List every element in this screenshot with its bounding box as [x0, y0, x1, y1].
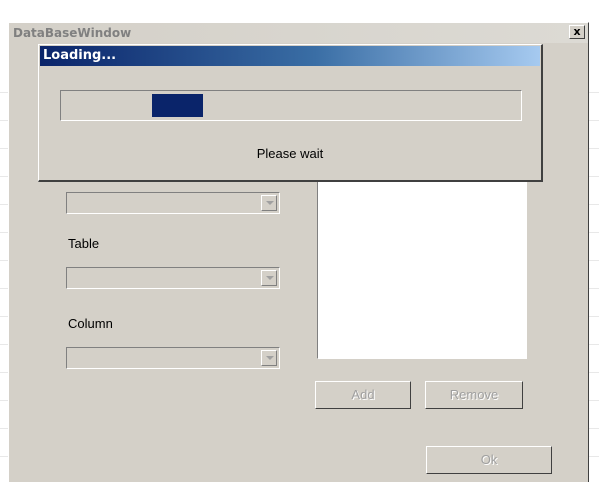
database-combo[interactable] [66, 192, 280, 214]
wait-message: Please wait [256, 146, 324, 161]
progress-bar [60, 90, 522, 121]
table-combo[interactable] [66, 267, 280, 289]
loading-dialog: Loading... Please wait [38, 44, 543, 182]
selected-columns-list[interactable] [317, 173, 527, 359]
title-bar: DataBaseWindow x [9, 23, 588, 43]
loading-title: Loading... [43, 48, 117, 63]
chevron-down-icon[interactable] [261, 195, 277, 211]
table-label: Table [68, 236, 100, 251]
ok-button[interactable]: Ok [426, 446, 552, 474]
window-title: DataBaseWindow [13, 26, 132, 40]
progress-indicator [152, 94, 203, 117]
add-button[interactable]: Add [315, 381, 411, 409]
chevron-down-icon[interactable] [261, 270, 277, 286]
column-combo[interactable] [66, 347, 280, 369]
remove-button[interactable]: Remove [425, 381, 523, 409]
close-button[interactable]: x [569, 25, 585, 39]
close-icon: x [573, 25, 581, 38]
chevron-down-icon[interactable] [261, 350, 277, 366]
loading-title-bar: Loading... [40, 46, 540, 66]
column-label: Column [68, 316, 113, 331]
